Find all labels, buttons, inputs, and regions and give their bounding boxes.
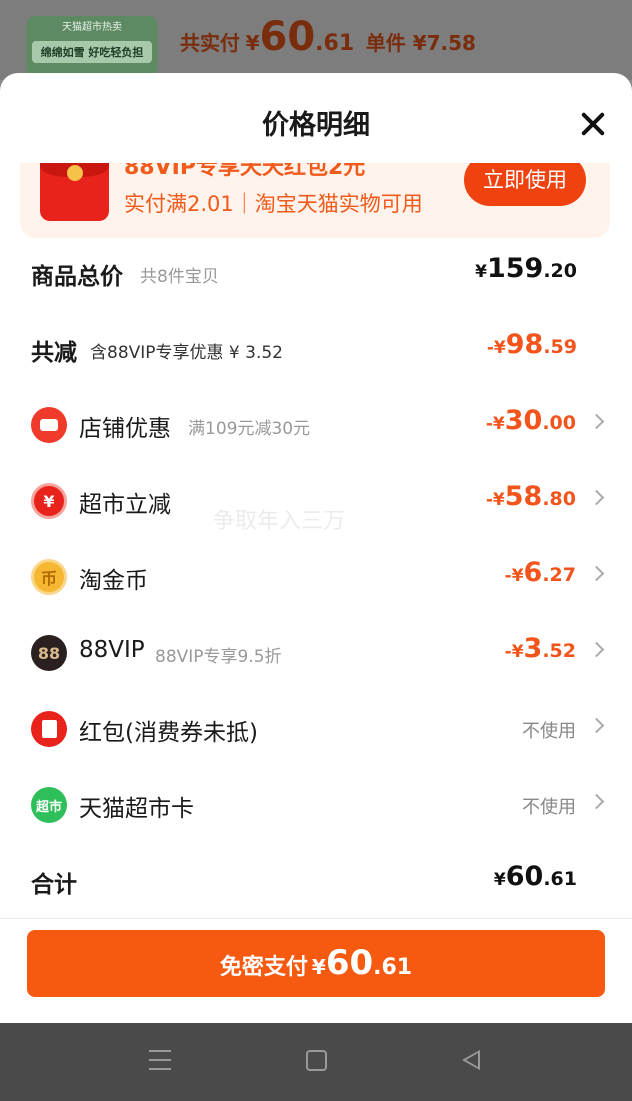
banner-title: 88VIP专享天天红包2元	[124, 163, 366, 180]
paid-label: 共实付	[180, 31, 240, 55]
close-icon[interactable]	[580, 111, 606, 137]
pay-label: 免密支付	[219, 955, 308, 980]
coin-icon: 币	[31, 559, 67, 595]
sheet-title: 价格明细	[262, 110, 370, 141]
pay-integer: 60	[325, 943, 374, 983]
pay-currency: ¥	[311, 955, 326, 979]
chevron-right-icon[interactable]	[588, 793, 605, 810]
vip-label: 88VIP	[79, 637, 145, 663]
red-packet-banner: 88VIP专享天天红包2元 实付满2.01｜淘宝天猫实物可用 立即使用	[20, 163, 610, 238]
tao-coin-label: 淘金币	[79, 568, 148, 594]
market-discount-label: 超市立减	[79, 492, 171, 518]
goods-count-note: 共8件宝贝	[140, 267, 219, 287]
price-detail-sheet: 价格明细 88VIP专享天天红包2元 实付满2.01｜淘宝天猫实物可用 立即使用…	[0, 73, 632, 1023]
store-icon	[31, 407, 67, 443]
market-card-icon: 超市	[31, 787, 67, 823]
vip-icon: 88	[31, 635, 67, 671]
watermark-text: 争取年入三万	[213, 509, 346, 534]
row-goods-total: 商品总价 共8件宝贝 ¥159.20	[0, 243, 632, 303]
row-tao-coin[interactable]: 币 淘金币 -¥6.27	[0, 547, 632, 607]
row-store-discount[interactable]: 店铺优惠 满109元减30元 -¥30.00	[0, 395, 632, 455]
paid-currency: ¥	[245, 31, 260, 55]
row-88vip[interactable]: 88 88VIP 88VIP专享9.5折 -¥3.52	[0, 623, 632, 683]
reduction-amount: -¥98.59	[486, 329, 577, 360]
vip-note: 88VIP专享9.5折	[155, 647, 282, 667]
divider	[0, 918, 632, 919]
banner-subtitle: 实付满2.01｜淘宝天猫实物可用	[124, 192, 423, 216]
tao-coin-amount: -¥6.27	[504, 557, 576, 588]
row-tmall-card[interactable]: 超市 天猫超市卡 不使用	[0, 775, 632, 835]
market-discount-amount: -¥58.80	[485, 481, 576, 512]
chevron-right-icon[interactable]	[588, 489, 605, 506]
system-nav-bar	[0, 1023, 632, 1101]
home-icon[interactable]	[306, 1050, 327, 1071]
menu-icon[interactable]	[149, 1050, 171, 1070]
chevron-right-icon[interactable]	[588, 413, 605, 430]
pay-decimal: .61	[373, 955, 413, 980]
background-paid-total: 共实付 ¥60.61 单件 ¥7.58	[180, 14, 476, 60]
thumbnail-tag: 天猫超市热卖	[62, 22, 122, 33]
back-icon[interactable]	[462, 1050, 480, 1070]
hongbao-label: 红包(消费券未抵)	[79, 720, 258, 746]
thumbnail-text: 绵绵如雪 好吃轻负担	[32, 41, 152, 63]
row-total-reduction: 共减 含88VIP专享优惠 ¥ 3.52 -¥98.59	[0, 319, 632, 379]
unit-price: 单件 ¥7.58	[365, 31, 476, 55]
product-thumbnail: 天猫超市热卖 绵绵如雪 好吃轻负担	[26, 16, 158, 78]
chevron-right-icon[interactable]	[588, 641, 605, 658]
store-discount-amount: -¥30.00	[485, 405, 576, 436]
reduction-label: 共减	[31, 340, 77, 366]
chevron-right-icon[interactable]	[588, 565, 605, 582]
paid-decimal: .61	[315, 31, 355, 56]
tmall-card-label: 天猫超市卡	[79, 796, 194, 822]
store-discount-label: 店铺优惠	[79, 416, 171, 442]
paid-integer: 60	[259, 14, 316, 60]
hongbao-icon	[31, 711, 67, 747]
store-discount-note: 满109元减30元	[188, 419, 311, 439]
use-now-button[interactable]: 立即使用	[464, 163, 586, 206]
goods-total-label: 商品总价	[31, 264, 123, 290]
market-discount-icon: ¥	[31, 483, 67, 519]
red-packet-icon	[40, 163, 109, 221]
reduction-note: 含88VIP专享优惠 ¥ 3.52	[90, 343, 284, 363]
row-hongbao[interactable]: 红包(消费券未抵) 不使用	[0, 699, 632, 759]
row-sum: 合计 ¥60.61	[0, 851, 632, 911]
sum-amount: ¥60.61	[493, 861, 577, 892]
goods-total-amount: ¥159.20	[475, 253, 577, 284]
chevron-right-icon[interactable]	[588, 717, 605, 734]
hongbao-status: 不使用	[522, 721, 576, 742]
sum-label: 合计	[31, 872, 77, 898]
vip-amount: -¥3.52	[504, 633, 576, 664]
tmall-card-status: 不使用	[522, 797, 576, 818]
pay-button[interactable]: 免密支付 ¥60.61	[27, 930, 605, 997]
